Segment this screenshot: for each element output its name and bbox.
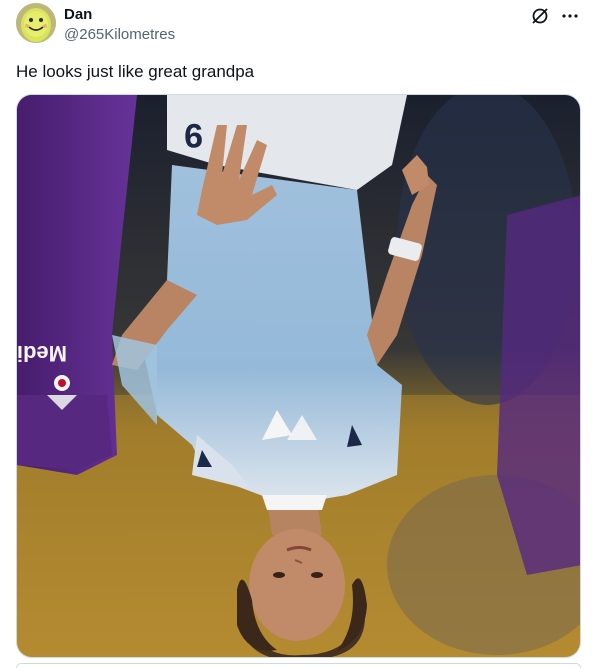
tweet-top-actions <box>528 4 582 28</box>
smiley-face-avatar-icon <box>16 3 56 43</box>
avatar[interactable] <box>16 3 56 43</box>
grok-icon[interactable] <box>528 4 552 28</box>
author-display-name[interactable]: Dan <box>64 5 175 25</box>
more-icon[interactable] <box>558 4 582 28</box>
upside-down-player-photo: Mediac 9 <box>17 95 580 657</box>
tweet-card[interactable]: Dan @265Kilometres He looks just like gr… <box>0 0 592 668</box>
tweet-header: Dan @265Kilometres <box>64 5 175 45</box>
tweet-text: He looks just like great grandpa <box>16 62 255 81</box>
next-element-border <box>16 663 581 668</box>
tweet-media-photo[interactable]: Mediac 9 <box>16 94 581 658</box>
author-handle[interactable]: @265Kilometres <box>64 25 175 45</box>
